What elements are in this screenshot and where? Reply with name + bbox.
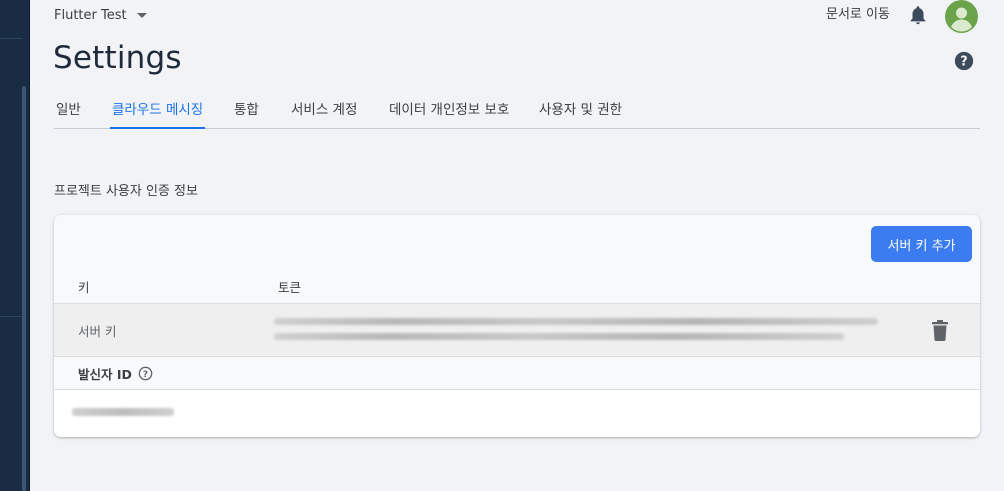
tab-users-permissions[interactable]: 사용자 및 권한 [539,98,622,128]
tab-data-privacy[interactable]: 데이터 개인정보 보호 [389,98,509,128]
server-key-label: 서버 키 [78,324,117,339]
svg-text:?: ? [143,369,148,379]
goto-docs-link[interactable]: 문서로 이동 [826,5,890,25]
nav-divider [0,38,22,39]
page-title: Settings [53,40,182,76]
token-value-redacted [274,333,844,340]
divider [54,356,980,357]
credentials-card: 서버 키 추가 키 토큰 서버 키 발신자 ID ? [54,215,980,437]
project-name: Flutter Test [54,7,127,23]
table-row: 서버 키 [54,304,980,356]
notifications-icon[interactable] [907,4,929,26]
sender-id-row [54,390,980,437]
tab-integrations[interactable]: 통합 [234,98,259,128]
left-nav-sidebar [0,0,30,491]
token-value-redacted [274,318,878,325]
add-server-key-button[interactable]: 서버 키 추가 [871,226,972,262]
tab-cloud-messaging[interactable]: 클라우드 메시징 [109,98,206,129]
sender-id-value-redacted [72,408,174,416]
nav-scrollbar[interactable] [22,86,26,491]
tab-general[interactable]: 일반 [56,98,81,128]
column-header-key: 키 [78,280,90,295]
tab-service-accounts[interactable]: 서비스 계정 [291,98,357,128]
project-selector[interactable]: Flutter Test [54,5,147,25]
svg-text:?: ? [960,55,967,70]
caret-down-icon [136,12,147,18]
avatar[interactable] [945,0,978,33]
sender-id-heading: 발신자 ID ? [78,364,153,382]
nav-divider [0,316,22,317]
help-icon[interactable]: ? [138,366,153,381]
column-header-token: 토큰 [278,280,302,295]
project-credentials-heading: 프로젝트 사용자 인증 정보 [54,184,198,199]
help-icon[interactable]: ? [953,50,975,72]
sender-id-label: 발신자 ID [78,366,132,382]
trash-icon[interactable] [930,319,950,341]
settings-tabs: 일반 클라우드 메시징 통합 서비스 계정 데이터 개인정보 보호 사용자 및 … [54,98,980,129]
